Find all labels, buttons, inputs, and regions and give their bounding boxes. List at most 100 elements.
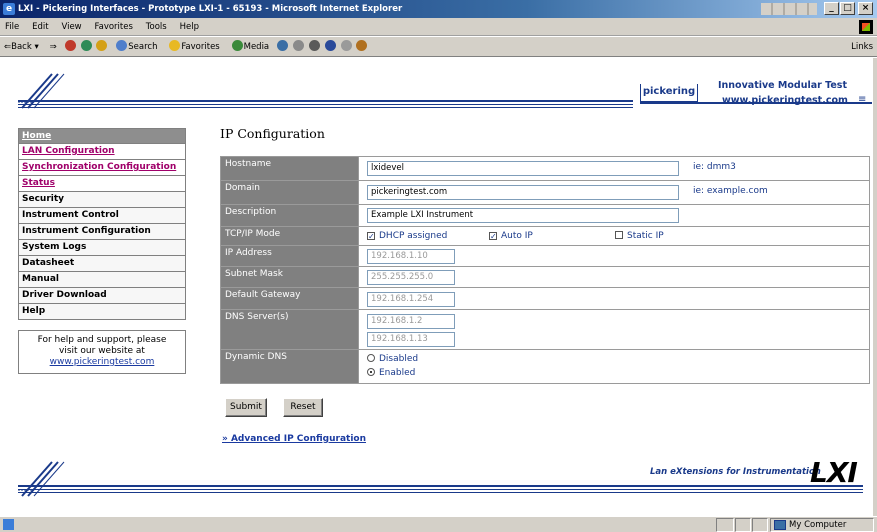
dns-servers-label: DNS Server(s): [221, 310, 359, 349]
print-icon[interactable]: [308, 40, 320, 51]
close-button[interactable]: ×: [858, 2, 873, 15]
header-rule: [18, 100, 633, 108]
windows-logo-icon: [859, 20, 873, 34]
back-label: ⇐Back: [4, 42, 32, 52]
domain-input[interactable]: pickeringtest.com: [367, 185, 679, 200]
hostname-label: Hostname: [221, 157, 359, 180]
brand-url: www.pickeringtest.com: [722, 95, 848, 106]
menu-favorites[interactable]: Favorites: [90, 18, 138, 36]
ip-address-input[interactable]: 192.168.1.10: [367, 249, 455, 264]
dyndns-disabled-radio[interactable]: [367, 354, 375, 362]
page-viewport: pickering Innovative Modular Test www.pi…: [0, 58, 877, 516]
menu-file[interactable]: File: [0, 18, 24, 36]
dns-server-2-input[interactable]: 192.168.1.13: [367, 332, 455, 347]
forward-button[interactable]: ⇒: [46, 37, 61, 57]
page-status-icon: [3, 519, 14, 530]
dyndns-disabled-label: Disabled: [379, 354, 419, 364]
dynamic-dns-row: Dynamic DNS Disabled Enabled: [221, 350, 869, 383]
subnet-mask-label: Subnet Mask: [221, 267, 359, 287]
static-ip-option[interactable]: Static IP: [615, 231, 664, 241]
vertical-scrollbar[interactable]: [873, 58, 877, 516]
nav-security[interactable]: Security: [18, 192, 186, 208]
dyndns-enabled-option[interactable]: Enabled: [367, 366, 861, 380]
browser-toolbar: ⇐Back ▾ ⇒ Search Favorites Media Links: [0, 37, 877, 57]
nav-home[interactable]: Home: [18, 128, 186, 144]
tcpip-mode-row: TCP/IP Mode ✓ DHCP assigned ✓ Auto IP Stat…: [221, 227, 869, 246]
menu-tools[interactable]: Tools: [141, 18, 172, 36]
help-website-link[interactable]: www.pickeringtest.com: [50, 357, 155, 367]
menu-edit[interactable]: Edit: [27, 18, 53, 36]
search-label: Search: [128, 42, 158, 52]
media-icon: [231, 40, 243, 51]
lxi-logo: LXI: [810, 456, 858, 489]
advanced-ip-configuration-link[interactable]: » Advanced IP Configuration: [222, 434, 366, 444]
dyndns-enabled-radio[interactable]: [367, 368, 375, 376]
nav-driver-download[interactable]: Driver Download: [18, 288, 186, 304]
brand-box: pickering: [640, 84, 698, 102]
nav-instrument-configuration[interactable]: Instrument Configuration: [18, 224, 186, 240]
nav-lan-configuration[interactable]: LAN Configuration: [18, 144, 186, 160]
nav-help[interactable]: Help: [18, 304, 186, 320]
nav-status[interactable]: Status: [18, 176, 186, 192]
window-title: LXI - Pickering Interfaces - Prototype L…: [18, 4, 403, 14]
home-icon[interactable]: [96, 40, 108, 51]
autoip-label: Auto IP: [501, 231, 533, 241]
brand-tagline: Innovative Modular Test: [718, 80, 847, 91]
subnet-mask-input[interactable]: 255.255.255.0: [367, 270, 455, 285]
back-dropdown-icon: ▾: [34, 42, 39, 52]
ip-address-label: IP Address: [221, 246, 359, 266]
description-row: Description Example LXI Instrument: [221, 205, 869, 227]
static-ip-checkbox[interactable]: [615, 231, 623, 239]
submit-button[interactable]: Submit: [225, 398, 267, 417]
menu-help[interactable]: Help: [175, 18, 204, 36]
description-input[interactable]: Example LXI Instrument: [367, 208, 679, 223]
dns-server-1-input[interactable]: 192.168.1.2: [367, 314, 455, 329]
favorites-button[interactable]: Favorites: [164, 37, 223, 57]
autoip-option[interactable]: ✓ Auto IP: [489, 231, 533, 241]
security-zone-label: My Computer: [789, 520, 847, 530]
discuss-icon[interactable]: [340, 40, 352, 51]
stop-icon[interactable]: [64, 40, 76, 51]
refresh-icon[interactable]: [80, 40, 92, 51]
media-button[interactable]: Media: [227, 37, 274, 57]
dyndns-disabled-option[interactable]: Disabled: [367, 352, 861, 366]
autoip-checkbox[interactable]: ✓: [489, 232, 497, 241]
ip-address-row: IP Address 192.168.1.10: [221, 246, 869, 267]
nav-system-logs[interactable]: System Logs: [18, 240, 186, 256]
back-button[interactable]: ⇐Back ▾: [0, 37, 43, 57]
history-icon[interactable]: [277, 40, 289, 51]
minimize-button[interactable]: _: [824, 2, 839, 15]
menu-bar: File Edit View Favorites Tools Help: [0, 18, 877, 36]
links-bar[interactable]: Links: [851, 37, 873, 57]
dhcp-checkbox[interactable]: ✓: [367, 232, 375, 241]
status-cell-1: [716, 518, 734, 532]
nav-synchronization-configuration[interactable]: Synchronization Configuration: [18, 160, 186, 176]
status-cell-2: [735, 518, 751, 532]
description-label: Description: [221, 205, 359, 226]
favorites-icon: [169, 40, 181, 51]
nav-datasheet[interactable]: Datasheet: [18, 256, 186, 272]
reset-button[interactable]: Reset: [283, 398, 323, 417]
security-zone: My Computer: [770, 518, 874, 532]
maximize-button[interactable]: □: [840, 2, 855, 15]
search-button[interactable]: Search: [111, 37, 161, 57]
header-menu-icon: ≡: [858, 94, 867, 105]
help-box: For help and support, please visit our w…: [18, 330, 186, 374]
ie-icon: e: [3, 3, 15, 15]
domain-label: Domain: [221, 181, 359, 204]
dns-servers-row: DNS Server(s) 192.168.1.2 192.168.1.13: [221, 310, 869, 350]
messenger-icon[interactable]: [356, 40, 368, 51]
default-gateway-input[interactable]: 192.168.1.254: [367, 292, 455, 307]
dhcp-option[interactable]: ✓ DHCP assigned: [367, 231, 447, 241]
nav-manual[interactable]: Manual: [18, 272, 186, 288]
mail-icon[interactable]: [292, 40, 304, 51]
search-icon: [116, 40, 128, 51]
hostname-input[interactable]: lxidevel: [367, 161, 679, 176]
domain-row: Domain pickeringtest.com ie: example.com: [221, 181, 869, 205]
edit-icon[interactable]: [324, 40, 336, 51]
my-computer-icon: [774, 520, 786, 530]
nav-instrument-control[interactable]: Instrument Control: [18, 208, 186, 224]
ip-config-table: Hostname lxidevel ie: dmm3 Domain picker…: [220, 156, 870, 384]
menu-view[interactable]: View: [56, 18, 86, 36]
hostname-row: Hostname lxidevel ie: dmm3: [221, 157, 869, 181]
